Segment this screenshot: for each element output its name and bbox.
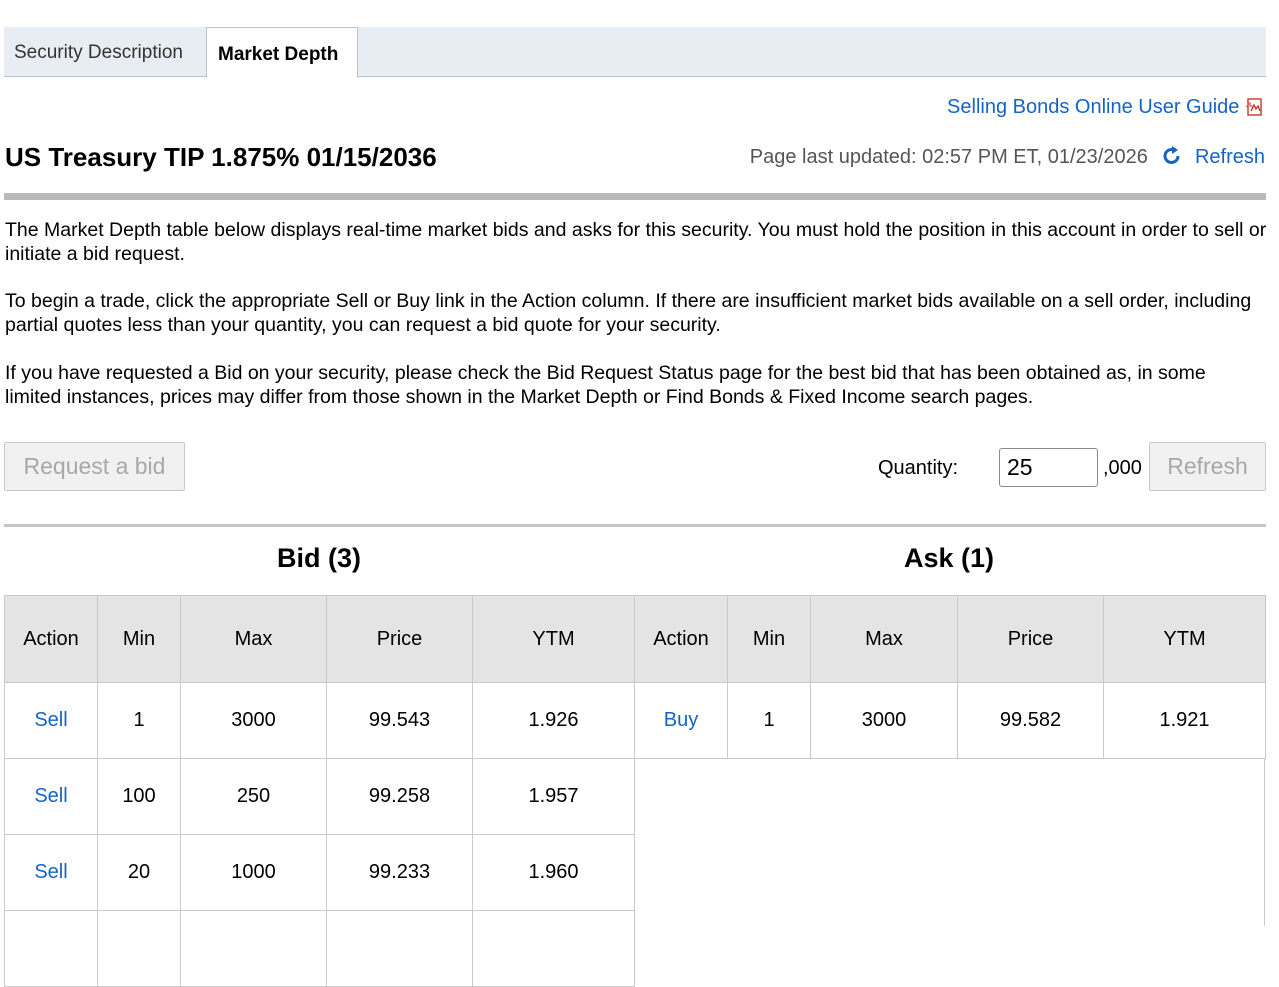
bid-request-paragraph: If you have requested a Bid on your secu… xyxy=(5,362,1206,408)
max-cell: 3000 xyxy=(810,682,958,759)
quantity-label: Quantity: xyxy=(878,457,959,479)
bid-table: Action Min Max Price YTM Sell 1 3000 99.… xyxy=(4,595,635,987)
table-row: Sell 100 250 99.258 1.957 xyxy=(4,758,635,835)
price-cell: 99.233 xyxy=(326,834,473,911)
tab-security-description[interactable]: Security Description xyxy=(4,27,193,77)
table-row: Sell 20 1000 99.233 1.960 xyxy=(4,834,635,911)
max-cell: 3000 xyxy=(180,682,327,759)
table-row xyxy=(4,910,635,987)
min-cell: 1 xyxy=(727,682,811,759)
sell-link[interactable]: Sell xyxy=(34,785,67,807)
divider xyxy=(4,193,1266,200)
ytm-cell: 1.926 xyxy=(472,682,635,759)
max-cell: 250 xyxy=(180,758,327,835)
last-updated-text: Page last updated: 02:57 PM ET, 01/23/20… xyxy=(749,146,1148,168)
quantity-refresh-button[interactable]: Refresh xyxy=(1149,442,1266,491)
ytm-cell: 1.960 xyxy=(472,834,635,911)
price-cell: 99.582 xyxy=(957,682,1104,759)
min-cell: 1 xyxy=(97,682,181,759)
column-header-action: Action xyxy=(4,595,98,683)
bid-title: Bid (3) xyxy=(277,543,361,573)
column-header-max: Max xyxy=(180,595,327,683)
ask-title: Ask (1) xyxy=(903,543,995,573)
column-header-ytm: YTM xyxy=(472,595,635,683)
max-cell: 1000 xyxy=(180,834,327,911)
price-cell: 99.258 xyxy=(326,758,473,835)
ask-header-row: Action Min Max Price YTM xyxy=(634,595,1266,683)
quantity-suffix: ,000 xyxy=(1103,457,1142,479)
sell-link[interactable]: Sell xyxy=(34,861,67,883)
column-header-min: Min xyxy=(97,595,181,683)
min-cell: 20 xyxy=(97,834,181,911)
ask-table-empty-area xyxy=(634,759,1265,926)
tab-market-depth[interactable]: Market Depth xyxy=(206,27,358,78)
column-header-max: Max xyxy=(810,595,958,683)
buy-link[interactable]: Buy xyxy=(664,709,698,731)
column-header-ytm: YTM xyxy=(1103,595,1266,683)
price-cell: 99.543 xyxy=(326,682,473,759)
table-row: Buy 1 3000 99.582 1.921 xyxy=(634,682,1266,759)
min-cell: 100 xyxy=(97,758,181,835)
trade-instructions-paragraph: To begin a trade, click the appropriate … xyxy=(5,290,1252,336)
refresh-link[interactable]: Refresh xyxy=(1195,146,1265,168)
pdf-icon[interactable] xyxy=(1245,98,1265,116)
divider xyxy=(4,524,1266,527)
page-title: US Treasury TIP 1.875% 01/15/2036 xyxy=(5,142,437,172)
user-guide-label[interactable]: Selling Bonds Online User Guide xyxy=(947,96,1239,118)
sell-link[interactable]: Sell xyxy=(34,709,67,731)
refresh-icon[interactable] xyxy=(1161,145,1183,167)
ask-table: Action Min Max Price YTM Buy 1 3000 99.5… xyxy=(634,595,1266,759)
ytm-cell: 1.921 xyxy=(1103,682,1266,759)
user-guide-link[interactable]: Selling Bonds Online User Guide xyxy=(947,96,1265,119)
last-updated-bar: Page last updated: 02:57 PM ET, 01/23/20… xyxy=(750,145,1265,169)
request-bid-button[interactable]: Request a bid xyxy=(4,442,185,491)
tab-bar: Security Description Market Depth xyxy=(4,27,1266,78)
column-header-price: Price xyxy=(957,595,1104,683)
column-header-action: Action xyxy=(634,595,728,683)
quantity-input[interactable] xyxy=(999,448,1098,487)
bid-header-row: Action Min Max Price YTM xyxy=(4,595,635,683)
ytm-cell: 1.957 xyxy=(472,758,635,835)
column-header-min: Min xyxy=(727,595,811,683)
intro-paragraph: The Market Depth table below displays re… xyxy=(5,219,1267,265)
table-row: Sell 1 3000 99.543 1.926 xyxy=(4,682,635,759)
column-header-price: Price xyxy=(326,595,473,683)
